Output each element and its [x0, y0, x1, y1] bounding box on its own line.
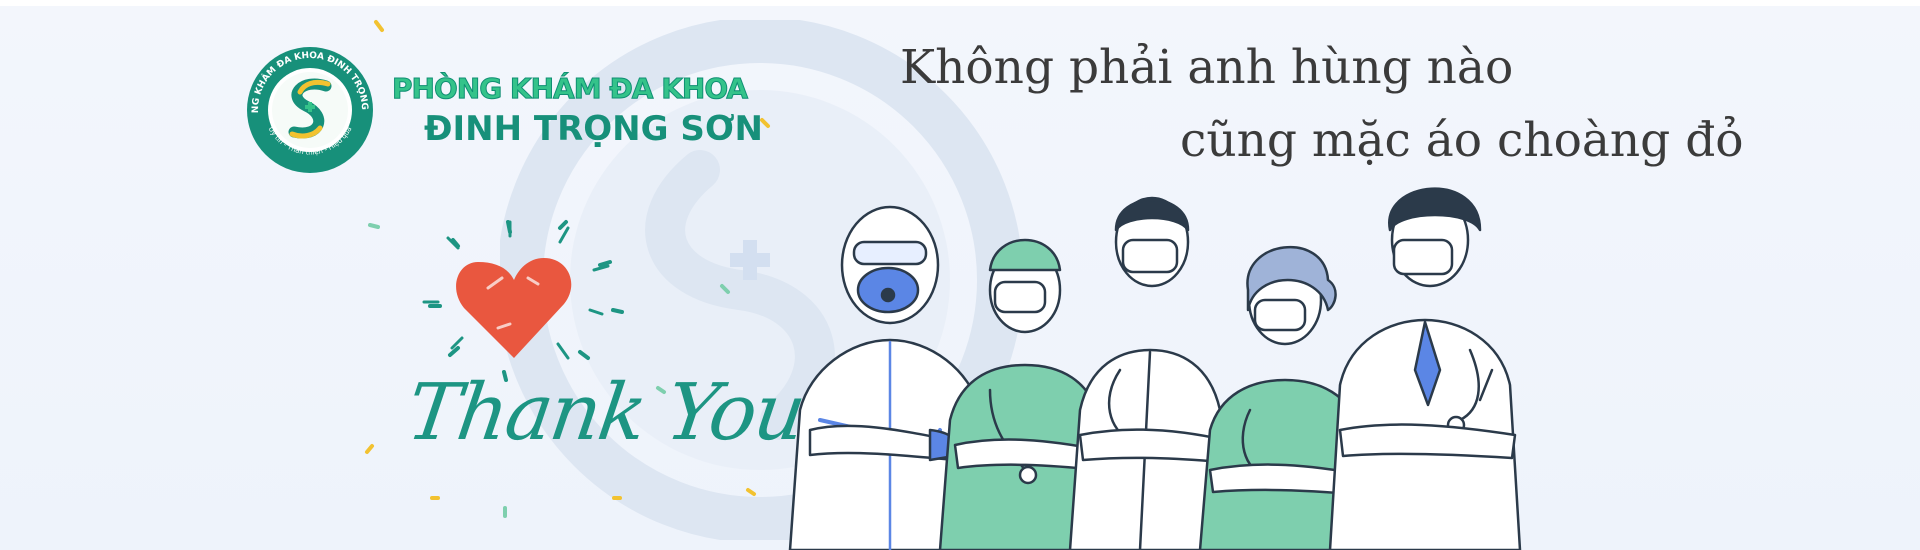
clinic-name-line2: ĐINH TRỌNG SƠN: [424, 109, 764, 149]
medical-staff-illustration: [788, 187, 1522, 550]
thank-you-text: Thank You: [401, 368, 810, 458]
heart-icon: [422, 220, 610, 360]
doctor-with-tie: [1328, 187, 1522, 550]
hero-banner: PHÒNG KHÁM ĐA KHOA ĐINH TRỌNG SƠN Uy tín…: [0, 0, 1920, 550]
headline-line2: cũng mặc áo choàng đỏ: [1180, 113, 1744, 168]
headline: Không phải anh hùng nào cũng mặc áo choà…: [900, 40, 1744, 168]
clinic-brand: PHÒNG KHÁM ĐA KHOA ĐINH TRỌNG SƠN: [392, 72, 772, 150]
clinic-name-line1: PHÒNG KHÁM ĐA KHOA: [392, 72, 749, 106]
clinic-logo-icon: PHÒNG KHÁM ĐA KHOA ĐINH TRỌNG SƠN Uy tín…: [244, 44, 373, 173]
headline-line1: Không phải anh hùng nào: [900, 40, 1514, 95]
